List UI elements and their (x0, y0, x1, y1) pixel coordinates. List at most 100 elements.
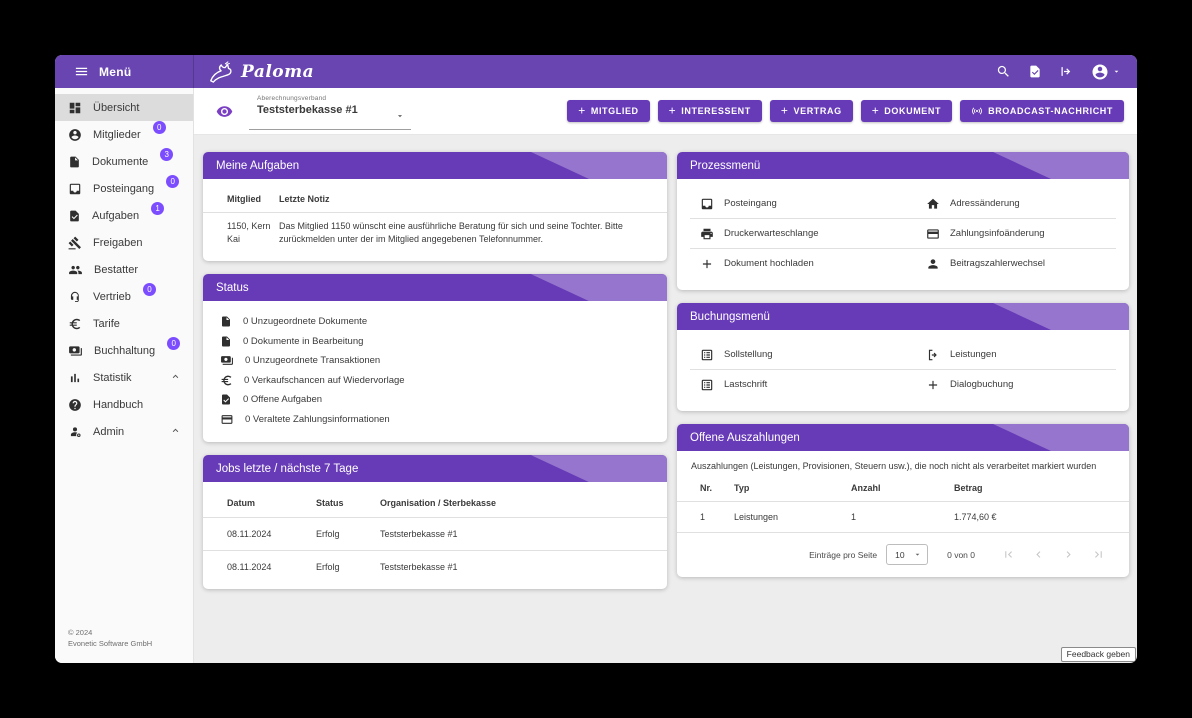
sidebar-item-uebersicht[interactable]: Übersicht (55, 94, 193, 121)
last-page-icon[interactable] (1092, 548, 1105, 561)
table-row[interactable]: 08.11.2024 Erfolg Teststerbekasse #1 (203, 518, 667, 551)
account-circle-icon (68, 128, 82, 142)
menu-item-beitragszahlerwechsel[interactable]: Beitragszahlerwechsel (903, 249, 1129, 278)
cell-mitglied: 1150, Kern Kai (203, 213, 279, 256)
next-page-icon[interactable] (1062, 548, 1075, 561)
chevron-up-icon[interactable] (170, 369, 181, 387)
home-icon (926, 197, 940, 211)
sidebar-item-vertrieb[interactable]: Vertrieb0 (55, 283, 193, 310)
abrechnungsverband-select[interactable]: Aberechnungsverband Teststerbekasse #1 (249, 92, 411, 130)
status-item[interactable]: 0 Verkaufschancen auf Wiedervorlage (220, 371, 667, 391)
broadcast-icon (971, 105, 983, 117)
broadcast-button[interactable]: BROADCAST-NACHRICHT (960, 100, 1124, 122)
feedback-button[interactable]: Feedback geben (1061, 647, 1136, 662)
cell-betrag: 1.774,60 € (954, 501, 1129, 532)
menu-item-posteingang[interactable]: Posteingang (677, 189, 903, 218)
plus-icon (926, 378, 940, 392)
add-interessent-button[interactable]: +INTERESSENT (658, 100, 762, 122)
prozess-menu: Posteingang Adressänderung (677, 179, 1129, 290)
status-item[interactable]: 0 Dokumente in Bearbeitung (220, 332, 667, 352)
eye-icon[interactable] (216, 103, 233, 120)
prev-page-icon[interactable] (1032, 548, 1045, 561)
list-box-icon (700, 348, 714, 362)
sidebar-item-label: Statistik (93, 372, 132, 384)
card-title: Jobs letzte / nächste 7 Tage (216, 463, 358, 475)
sidebar-item-handbuch[interactable]: Handbuch (55, 391, 193, 418)
group-icon (68, 263, 83, 277)
task-document-icon[interactable] (1028, 64, 1042, 79)
page-size-label: Einträge pro Seite (809, 550, 877, 560)
sidebar-item-admin[interactable]: Admin (55, 418, 193, 445)
add-mitglied-button[interactable]: +MITGLIED (567, 100, 649, 122)
first-page-icon[interactable] (1002, 548, 1015, 561)
brand-title: Paloma (241, 62, 314, 82)
add-vertrag-button[interactable]: +VERTRAG (770, 100, 853, 122)
menu-item-leistungen[interactable]: Leistungen (903, 340, 1129, 369)
cell-anzahl: 1 (851, 501, 954, 532)
card-title: Prozessmenü (690, 160, 760, 172)
left-column: Meine Aufgaben Mitglied Letzte Notiz 115… (203, 152, 667, 663)
table-row[interactable]: 08.11.2024 Erfolg Teststerbekasse #1 (203, 551, 667, 584)
search-icon[interactable] (996, 64, 1011, 79)
logout-icon[interactable] (1059, 64, 1074, 79)
chevron-up-icon[interactable] (170, 423, 181, 441)
document-icon (68, 155, 81, 169)
menu-item-druckerwarteschlange[interactable]: Druckerwarteschlange (677, 219, 903, 248)
badge: 3 (160, 148, 173, 161)
sidebar-item-aufgaben[interactable]: Aufgaben1 (55, 202, 193, 229)
card-header: Jobs letzte / nächste 7 Tage (203, 455, 667, 482)
sidebar-item-mitglieder[interactable]: Mitglieder 0 (55, 121, 193, 148)
help-icon (68, 398, 82, 412)
user-menu[interactable] (1091, 63, 1121, 81)
sidebar-item-dokumente[interactable]: Dokumente3 (55, 148, 193, 175)
hamburger-icon (74, 64, 89, 79)
column-header: Mitglied (203, 185, 279, 213)
status-item[interactable]: 0 Veraltete Zahlungsinformationen (220, 410, 667, 430)
list-box-icon (700, 378, 714, 392)
menu-button[interactable]: Menü (55, 55, 194, 88)
menu-item-sollstellung[interactable]: Sollstellung (677, 340, 903, 369)
add-dokument-button[interactable]: +DOKUMENT (861, 100, 952, 122)
task-check-icon (220, 393, 232, 406)
sidebar-item-label: Handbuch (93, 399, 143, 411)
status-item[interactable]: 0 Unzugeordnete Transaktionen (220, 351, 667, 371)
menu-item-dialogbuchung[interactable]: Dialogbuchung (903, 370, 1129, 399)
body-row: Übersicht Mitglieder 0 Dokumente3 Postein… (55, 88, 1137, 663)
plus-icon: + (578, 105, 586, 117)
column-header: Organisation / Sterbekasse (380, 488, 667, 518)
caret-down-icon (395, 108, 405, 126)
buchungs-menu: Sollstellung Leistungen (677, 330, 1129, 411)
column-header: Anzahl (851, 475, 954, 502)
plus-icon: + (669, 105, 677, 117)
card-title: Status (216, 282, 249, 294)
menu-item-adressaenderung[interactable]: Adressänderung (903, 189, 1129, 218)
sidebar-item-statistik[interactable]: Statistik (55, 364, 193, 391)
table-row[interactable]: 1150, Kern Kai Das Mitglied 1150 wünscht… (203, 213, 667, 256)
status-item[interactable]: 0 Unzugeordnete Dokumente (220, 312, 667, 332)
menu-item-zahlungsinfoaenderung[interactable]: Zahlungsinfoänderung (903, 219, 1129, 248)
cell-organisation: Teststerbekasse #1 (380, 518, 667, 551)
table-row[interactable]: 1 Leistungen 1 1.774,60 € (677, 501, 1129, 532)
page-size-select[interactable]: 10 (886, 544, 928, 565)
card-header: Status (203, 274, 667, 301)
sidebar-item-label: Übersicht (93, 102, 139, 114)
copyright-year: © 2024 (68, 627, 193, 638)
sidebar-item-tarife[interactable]: Tarife (55, 310, 193, 337)
menu-item-dokument-hochladen[interactable]: Dokument hochladen (677, 249, 903, 278)
menu-item-lastschrift[interactable]: Lastschrift (677, 370, 903, 399)
card-header: Offene Auszahlungen (677, 424, 1129, 451)
status-item[interactable]: 0 Offene Aufgaben (220, 390, 667, 410)
cell-status: Erfolg (316, 551, 380, 584)
sidebar-item-freigaben[interactable]: Freigaben (55, 229, 193, 256)
sidebar-item-posteingang[interactable]: Posteingang0 (55, 175, 193, 202)
card-meine-aufgaben: Meine Aufgaben Mitglied Letzte Notiz 115… (203, 152, 667, 261)
sidebar-item-bestatter[interactable]: Bestatter (55, 256, 193, 283)
plus-icon: + (781, 105, 789, 117)
sidebar: Übersicht Mitglieder 0 Dokumente3 Postein… (55, 88, 194, 663)
euro-icon (220, 374, 233, 387)
sidebar-item-buchhaltung[interactable]: Buchhaltung0 (55, 337, 193, 364)
card-header: Meine Aufgaben (203, 152, 667, 179)
sidebar-item-label: Mitglieder (93, 129, 141, 141)
sidebar-item-label: Bestatter (94, 264, 138, 276)
badge: 0 (153, 121, 166, 134)
